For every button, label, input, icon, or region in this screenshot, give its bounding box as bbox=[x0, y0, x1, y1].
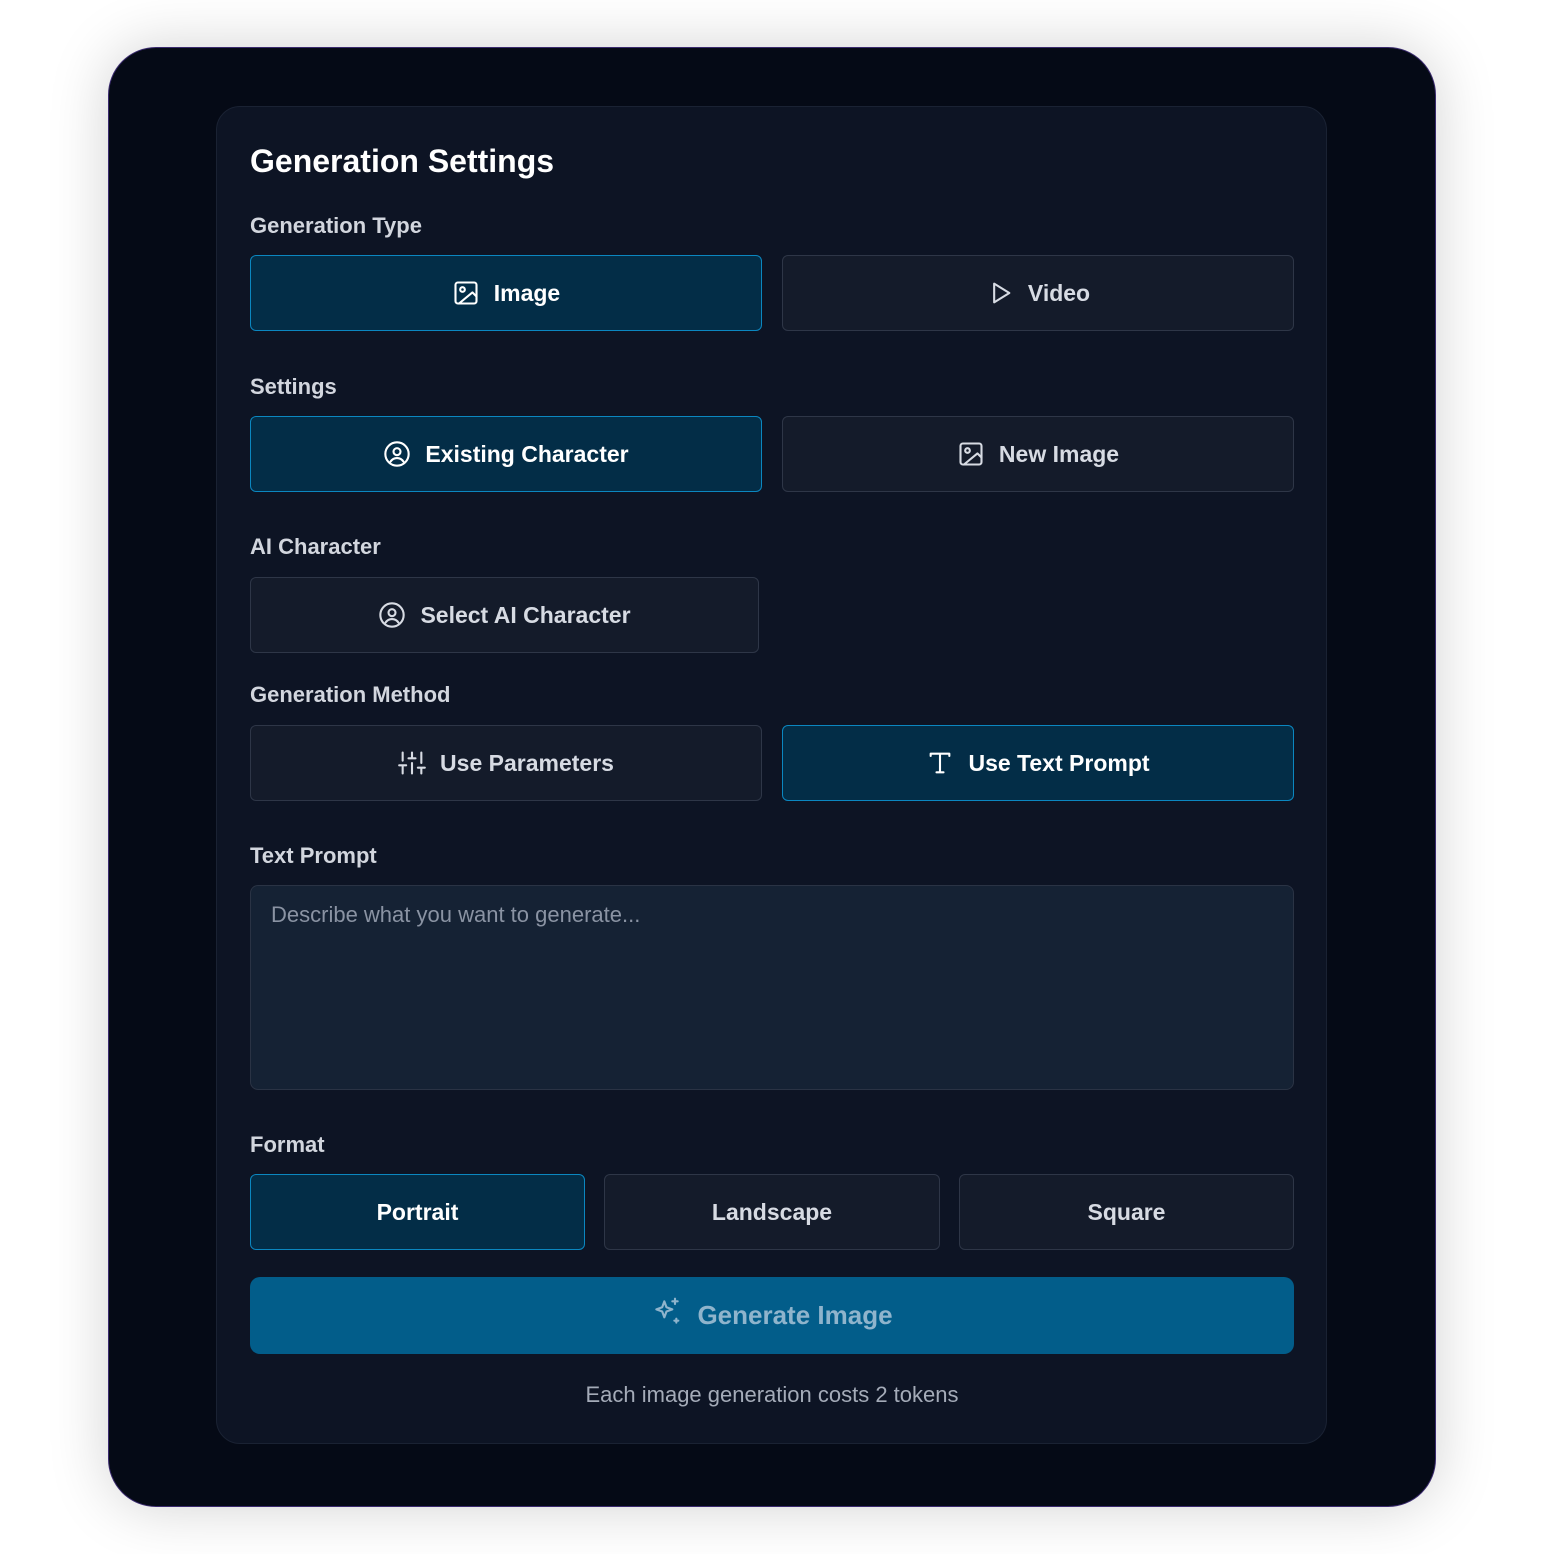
generate-button-label: Generate Image bbox=[697, 1300, 893, 1330]
option-label: Use Parameters bbox=[440, 749, 614, 776]
generation-type-label: Generation Type bbox=[250, 213, 422, 238]
format-landscape-button[interactable]: Landscape bbox=[604, 1174, 940, 1250]
use-text-prompt-button[interactable]: Use Text Prompt bbox=[782, 725, 1294, 801]
format-label: Format bbox=[250, 1132, 325, 1157]
settings-new-image-button[interactable]: New Image bbox=[782, 416, 1294, 492]
generate-image-button[interactable]: Generate Image bbox=[250, 1277, 1294, 1354]
image-icon bbox=[452, 279, 480, 307]
user-circle-icon bbox=[378, 601, 406, 629]
option-label: Square bbox=[1087, 1198, 1166, 1225]
sliders-icon bbox=[398, 749, 426, 777]
image-icon bbox=[957, 440, 985, 468]
sparkles-icon bbox=[651, 1296, 683, 1335]
token-cost-note: Each image generation costs 2 tokens bbox=[585, 1382, 959, 1407]
select-ai-character-button[interactable]: Select AI Character bbox=[250, 577, 759, 653]
user-circle-icon bbox=[383, 440, 411, 468]
generation-type-image-button[interactable]: Image bbox=[250, 255, 762, 331]
format-portrait-button[interactable]: Portrait bbox=[250, 1174, 585, 1250]
ai-character-label: AI Character bbox=[250, 534, 381, 559]
option-label: Existing Character bbox=[425, 440, 629, 467]
option-label: Image bbox=[493, 279, 561, 306]
generation-type-video-button[interactable]: Video bbox=[782, 255, 1294, 331]
play-icon bbox=[986, 279, 1014, 307]
use-parameters-button[interactable]: Use Parameters bbox=[250, 725, 762, 801]
option-label: Video bbox=[1027, 279, 1091, 306]
text-prompt-label: Text Prompt bbox=[250, 843, 377, 868]
option-label: Use Text Prompt bbox=[968, 749, 1150, 776]
panel-title: Generation Settings bbox=[250, 143, 555, 179]
generation-method-label: Generation Method bbox=[250, 682, 451, 707]
text-prompt-input[interactable] bbox=[250, 885, 1294, 1090]
settings-existing-character-button[interactable]: Existing Character bbox=[250, 416, 762, 492]
text-icon bbox=[926, 749, 954, 777]
option-label: Landscape bbox=[711, 1198, 833, 1225]
format-square-button[interactable]: Square bbox=[959, 1174, 1294, 1250]
settings-label: Settings bbox=[250, 374, 337, 399]
option-label: New Image bbox=[998, 440, 1120, 467]
option-label: Portrait bbox=[376, 1198, 459, 1225]
option-label: Select AI Character bbox=[420, 601, 631, 628]
